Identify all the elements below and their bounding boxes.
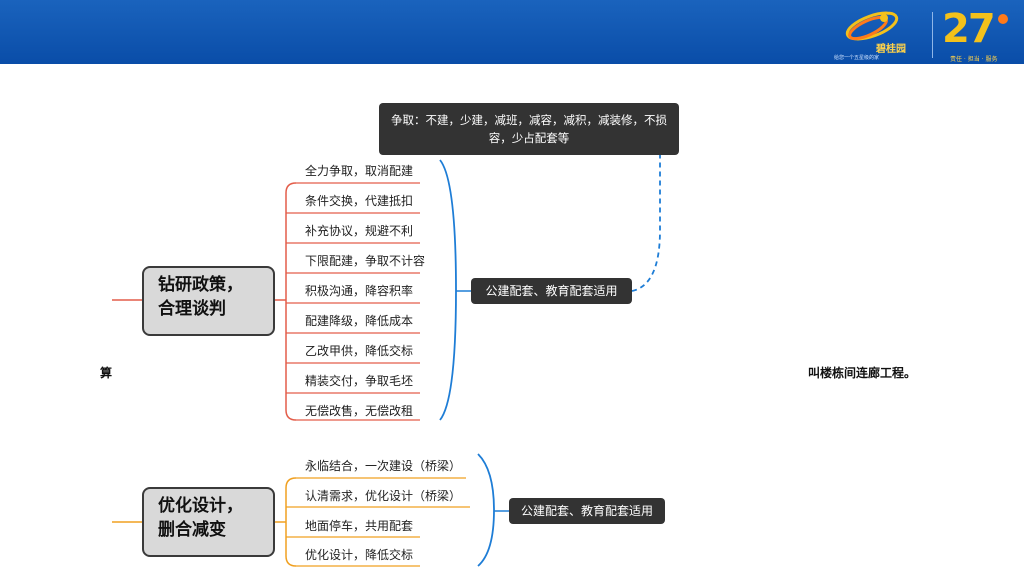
leaf-item[interactable]: 优化设计，降低交标 [305,546,413,563]
leaf-item[interactable]: 积极沟通，降容积率 [305,282,413,299]
bracket-group2 [477,453,495,567]
leaf-item[interactable]: 无偿改售，无偿改租 [305,402,413,419]
branch-spine-group1 [285,182,297,421]
leaf-item[interactable]: 精装交付，争取毛坯 [305,372,413,389]
leaf-item[interactable]: 永临结合，一次建设（桥梁） [305,457,461,474]
leaf-item[interactable]: 乙改甲供，降低交标 [305,342,413,359]
leaf-item[interactable]: 全力争取，取消配建 [305,162,413,179]
leaf-item[interactable]: 条件交换，代建抵扣 [305,192,413,209]
text-fragment-right: 叫楼栋间连廊工程。 [808,366,917,380]
callout-strategy[interactable]: 争取：不建，少建，减班，减容，减积，减装修，不损容，少占配套等 [379,103,679,155]
applicability-tag-group2[interactable]: 公建配套、教育配套适用 [509,498,665,524]
topic-design-optimization[interactable]: 优化设计， 删合减变 [142,487,275,557]
text-fragment-left: 算 [100,366,113,380]
bracket-group1 [439,159,457,421]
leaf-item[interactable]: 认清需求，优化设计（桥梁） [305,487,461,504]
topic-policy-negotiation[interactable]: 钻研政策， 合理谈判 [142,266,275,336]
leaf-item[interactable]: 补充协议，规避不利 [305,222,413,239]
leaf-item[interactable]: 地面停车，共用配套 [305,517,413,534]
leaf-item[interactable]: 下限配建，争取不计容 [305,252,425,269]
leaf-item[interactable]: 配建降级，降低成本 [305,312,413,329]
dashed-link [631,140,661,292]
branch-spine-group2 [285,477,297,567]
applicability-tag-group1[interactable]: 公建配套、教育配套适用 [471,278,632,304]
